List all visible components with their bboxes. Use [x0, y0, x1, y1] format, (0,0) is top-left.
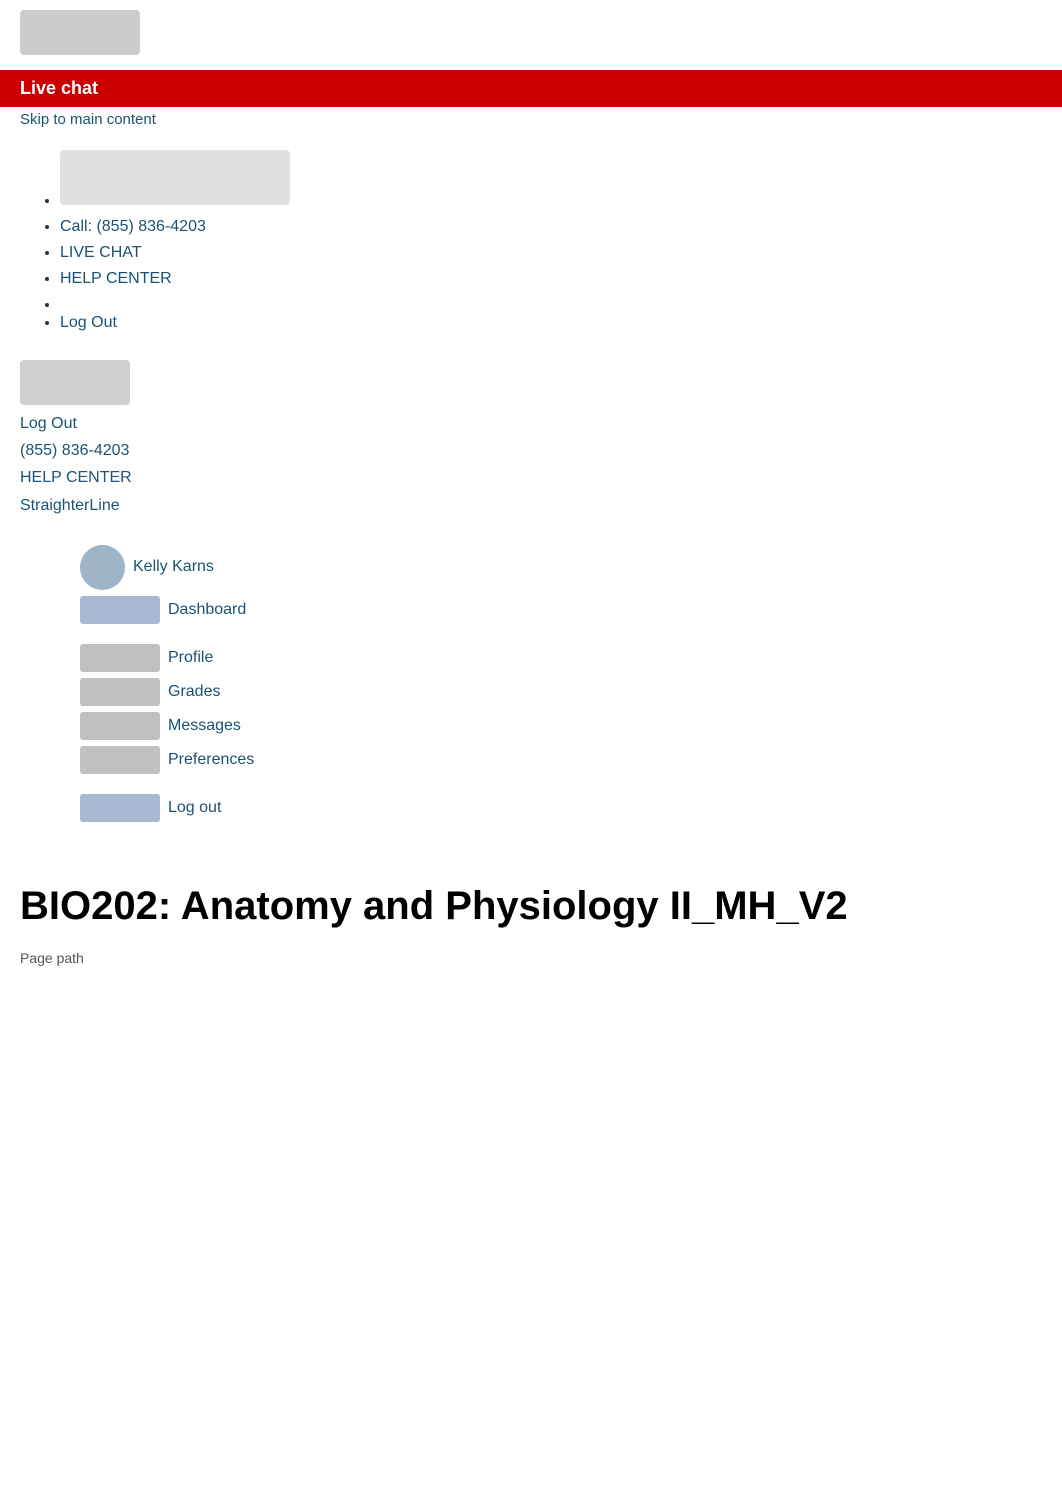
- sidebar-item-preferences[interactable]: Preferences: [80, 746, 1042, 774]
- help-center-link[interactable]: HELP CENTER: [60, 270, 172, 287]
- user-avatar-icon: [80, 545, 125, 590]
- user-helpcenter-link[interactable]: HELP CENTER: [20, 464, 1042, 491]
- brand-link[interactable]: StraighterLine: [20, 492, 1042, 519]
- top-navigation: Call: (855) 836-4203 LIVE CHAT HELP CENT…: [0, 132, 1062, 350]
- sidebar-item-grades[interactable]: Grades: [80, 678, 1042, 706]
- sidebar-item-user: Kelly Karns: [80, 545, 1042, 590]
- sidebar-item-messages[interactable]: Messages: [80, 712, 1042, 740]
- user-info-section: Log Out (855) 836-4203 HELP CENTER Strai…: [0, 350, 1062, 529]
- page-path-label: Page path: [20, 950, 1042, 966]
- nav-divider: [60, 296, 1042, 306]
- nav-item-logout[interactable]: Log Out: [60, 314, 1042, 332]
- nav-item-call[interactable]: Call: (855) 836-4203: [60, 218, 1042, 236]
- call-link[interactable]: Call: (855) 836-4203: [60, 218, 206, 235]
- sidebar-navigation: Kelly Karns Dashboard Profile Grades Mes…: [0, 529, 1062, 852]
- live-chat-label: Live chat: [20, 78, 98, 98]
- user-name-link[interactable]: Kelly Karns: [133, 558, 214, 576]
- nav-item-livechat[interactable]: LIVE CHAT: [60, 244, 1042, 262]
- nav-logo-placeholder: [60, 150, 290, 205]
- live-chat-banner: Live chat: [0, 70, 1062, 107]
- top-logo-area: [0, 0, 1062, 70]
- sidebar-item-profile[interactable]: Profile: [80, 644, 1042, 672]
- user-avatar-block: [20, 360, 130, 405]
- sidebar-empty-3: [80, 828, 1042, 836]
- logout-icon: [80, 794, 160, 822]
- messages-link[interactable]: Messages: [168, 717, 241, 735]
- user-phone-link[interactable]: (855) 836-4203: [20, 437, 1042, 464]
- skip-to-main-link[interactable]: Skip to main content: [0, 107, 1062, 132]
- live-chat-link[interactable]: LIVE CHAT: [60, 244, 142, 261]
- dashboard-icon: [80, 596, 160, 624]
- page-title: BIO202: Anatomy and Physiology II_MH_V2: [20, 882, 1042, 930]
- dashboard-link[interactable]: Dashboard: [168, 601, 246, 619]
- preferences-icon: [80, 746, 160, 774]
- logo-placeholder: [20, 10, 140, 55]
- main-content: BIO202: Anatomy and Physiology II_MH_V2 …: [0, 852, 1062, 986]
- grades-link[interactable]: Grades: [168, 683, 220, 701]
- sidebar-item-logout[interactable]: Log out: [80, 794, 1042, 822]
- preferences-link[interactable]: Preferences: [168, 751, 254, 769]
- profile-icon: [80, 644, 160, 672]
- user-logout-link[interactable]: Log Out: [20, 410, 1042, 437]
- nav-item-helpcenter[interactable]: HELP CENTER: [60, 270, 1042, 288]
- sidebar-item-dashboard[interactable]: Dashboard: [80, 596, 1042, 624]
- grades-icon: [80, 678, 160, 706]
- sidebar-logout-link[interactable]: Log out: [168, 799, 221, 817]
- sidebar-empty-1: [80, 630, 1042, 638]
- profile-link[interactable]: Profile: [168, 649, 213, 667]
- nav-logo-item: [60, 150, 1042, 210]
- logout-link[interactable]: Log Out: [60, 314, 117, 331]
- sidebar-empty-2: [80, 780, 1042, 788]
- messages-icon: [80, 712, 160, 740]
